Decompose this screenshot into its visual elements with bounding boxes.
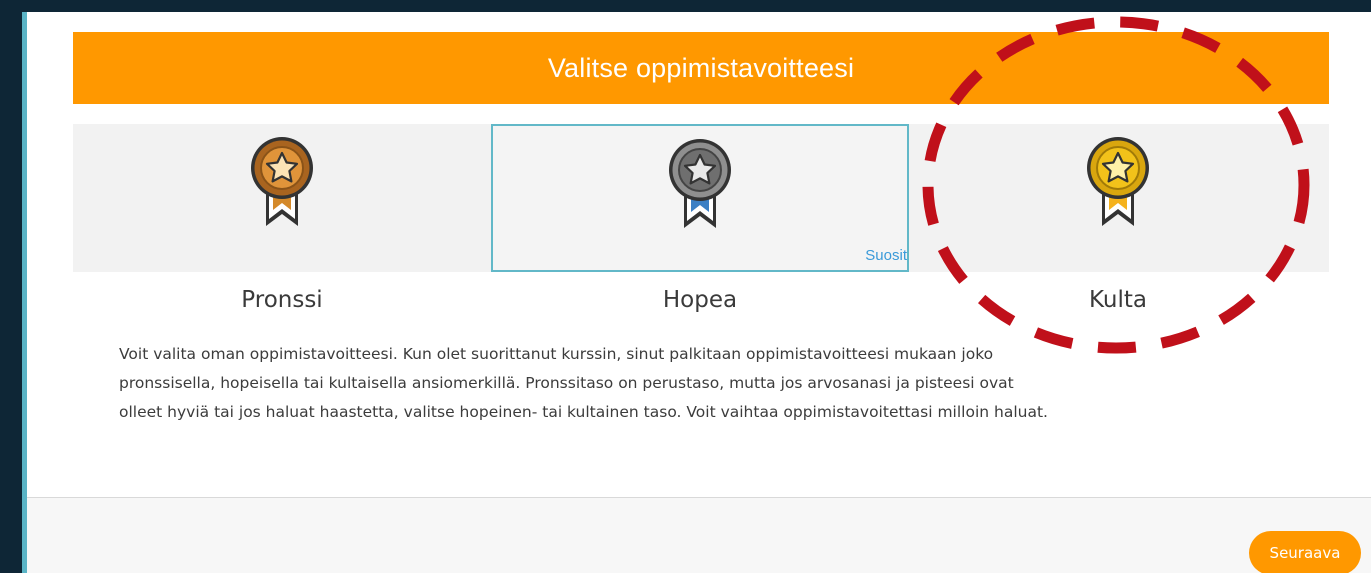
goal-options: Suosit — [73, 124, 1329, 272]
description-line: Voit valita oman oppimistavoitteesi. Kun… — [119, 345, 994, 363]
goal-option-bronze[interactable] — [73, 124, 491, 272]
goal-option-gold[interactable] — [909, 124, 1327, 272]
description-line: olleet hyviä tai jos haluat haastetta, v… — [119, 403, 1048, 421]
goal-label-gold[interactable]: Kulta — [909, 287, 1327, 313]
description-line: pronssisella, hopeisella tai kultaisella… — [119, 374, 1014, 392]
goal-description: Voit valita oman oppimistavoitteesi. Kun… — [119, 340, 1359, 427]
goal-label-silver[interactable]: Hopea — [491, 287, 909, 313]
gold-medal-icon — [1087, 137, 1149, 226]
silver-medal-icon — [669, 139, 731, 228]
window-frame-top — [0, 0, 1371, 12]
dialog-title: Valitse oppimistavoitteesi — [547, 52, 855, 83]
goal-label-bronze[interactable]: Pronssi — [73, 287, 491, 313]
learning-goal-dialog: Valitse oppimistavoitteesi Suosit Pronss… — [27, 12, 1371, 573]
recommended-tag: Suosit — [865, 247, 907, 264]
window-frame-left — [0, 0, 22, 573]
goal-option-silver[interactable]: Suosit — [491, 124, 909, 272]
dialog-footer: Seuraava — [27, 497, 1371, 573]
dialog-header: Valitse oppimistavoitteesi — [73, 32, 1329, 104]
bronze-medal-icon — [251, 137, 313, 226]
next-button[interactable]: Seuraava — [1249, 531, 1361, 573]
